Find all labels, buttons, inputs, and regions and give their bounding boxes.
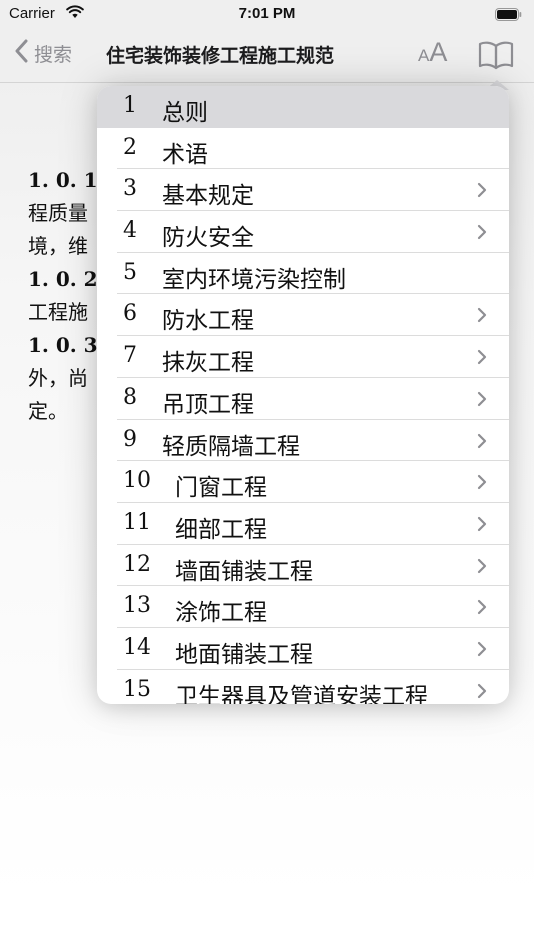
content-line: 境，维 — [28, 234, 88, 258]
chevron-right-icon — [477, 433, 487, 453]
chevron-right-icon — [477, 349, 487, 369]
toc-item-title: 抹灰工程 — [162, 350, 254, 377]
content-line: 1. 0. 3 — [28, 333, 98, 357]
toc-item-title: 涂饰工程 — [175, 600, 267, 627]
chevron-right-icon — [477, 683, 487, 703]
toc-item[interactable]: 8 吊顶工程 — [97, 378, 509, 420]
toc-item-title: 基本规定 — [162, 183, 254, 210]
chevron-right-icon — [477, 307, 487, 327]
toc-item[interactable]: 14 地面铺装工程 — [97, 628, 509, 670]
content-line: 定。 — [28, 399, 68, 423]
toc-item-title: 总则 — [162, 100, 208, 126]
toc-item[interactable]: 11 细部工程 — [97, 503, 509, 545]
content-line: 1. 0. 2 — [28, 267, 98, 291]
toc-item[interactable]: 13 涂饰工程 — [97, 586, 509, 628]
back-button-label: 搜索 — [34, 43, 73, 66]
toc-item-number: 8 — [123, 384, 137, 410]
toc-item-title: 细部工程 — [175, 516, 267, 543]
content-line: 程质量 — [28, 201, 88, 225]
toc-item-number: 11 — [123, 509, 151, 535]
chevron-right-icon — [477, 516, 487, 536]
toc-item[interactable]: 4 防火安全 — [97, 211, 509, 253]
content-line: 外，尚 — [28, 366, 88, 390]
content-line: 工程施 — [28, 300, 88, 324]
font-size-small-icon: A — [418, 46, 430, 65]
toc-item[interactable]: 5 室内环境污染控制 — [97, 253, 509, 295]
content-line: 1. 0. 1 — [28, 168, 98, 192]
toc-item[interactable]: 9 轻质隔墙工程 — [97, 420, 509, 462]
navigation-bar: 搜索 住宅装饰装修工程施工规范 AA — [0, 28, 534, 83]
book-icon — [478, 41, 514, 74]
toc-item-number: 5 — [123, 259, 137, 285]
battery-icon — [495, 6, 522, 21]
chevron-right-icon — [477, 558, 487, 578]
chevron-right-icon — [477, 641, 487, 661]
toc-item-number: 9 — [123, 426, 137, 452]
status-bar: Carrier 7:01 PM — [0, 0, 534, 28]
toc-item-title: 防火安全 — [162, 225, 254, 252]
toc-item[interactable]: 3 基本规定 — [97, 169, 509, 212]
toc-item[interactable]: 12 墙面铺装工程 — [97, 545, 509, 587]
page-title: 住宅装饰装修工程施工规范 — [106, 45, 335, 67]
chevron-right-icon — [477, 599, 487, 619]
toc-item-title: 轻质隔墙工程 — [162, 433, 300, 460]
font-size-large-icon: A — [429, 37, 448, 67]
toc-item-number: 3 — [123, 176, 137, 202]
toc-popover: 1 总则 2 术语 3 基本规定 4 防火安全 5 室内环境污染控制 6 防水工程 7 抹灰工程 8 吊顶工程… — [97, 86, 509, 704]
toc-item-title: 墙面铺装工程 — [175, 558, 313, 585]
toc-list: 1 总则 2 术语 3 基本规定 4 防火安全 5 室内环境污染控制 6 防水工程 7 抹灰工程 8 吊顶工程… — [97, 86, 509, 704]
back-button[interactable]: 搜索 — [14, 39, 72, 67]
toc-item-title: 地面铺装工程 — [175, 641, 313, 668]
toc-item-number: 7 — [123, 343, 137, 369]
toc-item-number: 12 — [123, 551, 151, 577]
chevron-right-icon — [477, 182, 487, 202]
toc-item-title: 门窗工程 — [175, 475, 267, 502]
status-time: 7:01 PM — [238, 5, 296, 22]
toc-item-title: 吊顶工程 — [162, 391, 254, 418]
toc-item-number: 6 — [123, 301, 137, 327]
toc-item-number: 1 — [123, 93, 137, 118]
toc-item-number: 4 — [123, 218, 137, 244]
chevron-right-icon — [477, 474, 487, 494]
chevron-left-icon — [14, 39, 28, 67]
toc-item[interactable]: 2 术语 — [97, 128, 509, 170]
font-size-button[interactable]: AA — [418, 37, 447, 68]
toc-item[interactable]: 1 总则 — [97, 86, 509, 128]
table-of-contents-button[interactable] — [478, 40, 514, 74]
toc-item-title: 室内环境污染控制 — [162, 266, 346, 293]
toc-item[interactable]: 15 卫生器具及管道安装工程 — [97, 670, 509, 704]
toc-item-title: 卫生器具及管道安装工程 — [175, 683, 428, 704]
toc-item-title: 术语 — [162, 141, 208, 168]
chevron-right-icon — [477, 224, 487, 244]
document-content: 1. 0. 1 程质量 境，维 1. 0. 2 工程施 1. 0. 3 外，尚 … — [28, 164, 98, 428]
toc-item[interactable]: 7 抹灰工程 — [97, 336, 509, 378]
toc-item-number: 15 — [123, 676, 151, 702]
toc-item-number: 14 — [123, 634, 151, 660]
toc-item[interactable]: 6 防水工程 — [97, 294, 509, 337]
toc-item[interactable]: 10 门窗工程 — [97, 461, 509, 503]
toc-item-number: 13 — [123, 593, 151, 619]
toc-item-title: 防水工程 — [162, 308, 254, 335]
toc-item-number: 10 — [123, 468, 151, 494]
toc-item-number: 2 — [123, 134, 137, 160]
chevron-right-icon — [477, 391, 487, 411]
